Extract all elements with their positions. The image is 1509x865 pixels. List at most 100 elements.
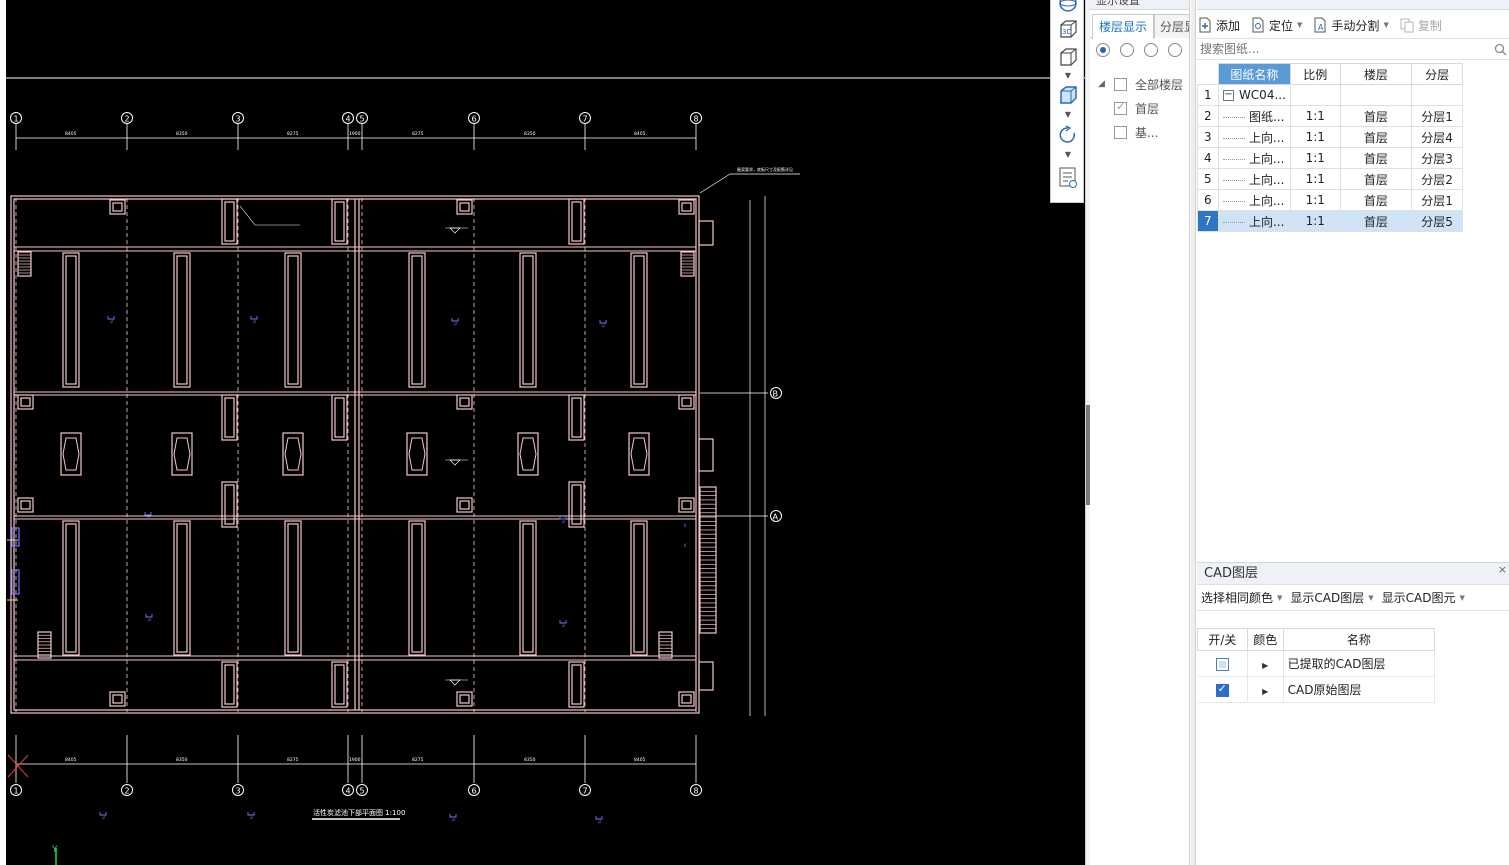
drawing-name-cell[interactable]: 上向... — [1217, 147, 1291, 169]
layer-cell[interactable]: 分层1 — [1411, 189, 1463, 211]
radio-option-2[interactable] — [1120, 43, 1134, 57]
dimension-label: 8275 — [287, 757, 299, 763]
table-row[interactable]: ▶ 已提取的CAD图层 — [1197, 650, 1436, 677]
floor-cell[interactable]: 首层 — [1339, 189, 1413, 211]
drawing-name-cell[interactable]: 上向... — [1217, 168, 1291, 190]
box-view-icon[interactable] — [1057, 46, 1079, 68]
dropdown-caret-icon[interactable]: ▼ — [1383, 21, 1388, 29]
collapse-icon[interactable]: − — [1222, 90, 1234, 101]
scale-cell[interactable]: 1:1 — [1289, 210, 1341, 232]
drawing-name-cell[interactable]: 图纸... — [1217, 105, 1291, 127]
first-floor-checkbox[interactable] — [1114, 100, 1127, 115]
layer-cell[interactable]: 分层2 — [1411, 168, 1463, 190]
expand-arrow-icon[interactable]: ▶ — [1262, 661, 1268, 670]
cad-canvas[interactable]: 1 1 2 2 3 3 4 4 5 5 6 6 7 7 8 8 8405 8350 8275 1900 8275 8350… — [0, 0, 1085, 865]
chevron-down-icon[interactable]: ▼ — [1063, 72, 1073, 80]
column-header-layer[interactable]: 分层 — [1411, 63, 1463, 85]
scale-cell[interactable] — [1289, 84, 1341, 106]
trough-inner — [176, 523, 188, 653]
scale-cell[interactable]: 1:1 — [1289, 126, 1341, 148]
column-header-layer-name[interactable]: 名称 — [1282, 628, 1436, 651]
tree-item-all-floors[interactable]: ◢ 全部楼层 — [1098, 72, 1190, 96]
layer-cell[interactable] — [1411, 84, 1463, 106]
floor-cell[interactable]: 首层 — [1339, 105, 1413, 127]
all-floors-checkbox[interactable] — [1114, 77, 1127, 91]
floor-cell[interactable] — [1339, 84, 1413, 106]
scale-cell[interactable]: 1:1 — [1289, 147, 1341, 169]
table-row[interactable]: 2 图纸... 1:1 首层 分层1 — [1197, 105, 1463, 127]
dropdown-caret-icon[interactable]: ▼ — [1459, 594, 1464, 602]
search-icon[interactable] — [1494, 43, 1507, 56]
table-row[interactable]: 7 上向... 1:1 首层 分层5 — [1197, 210, 1463, 232]
tab-floor-display[interactable]: 楼层显示 — [1092, 14, 1154, 39]
rotate-icon[interactable] — [1057, 124, 1079, 146]
sphere-view-icon[interactable] — [1057, 0, 1079, 14]
column-header-name[interactable]: 图纸名称 — [1217, 63, 1291, 85]
close-icon[interactable]: × — [1498, 559, 1507, 581]
dropdown-caret-icon[interactable]: ▼ — [1368, 594, 1373, 602]
floor-cell[interactable]: 首层 — [1339, 147, 1413, 169]
axis-label: 2 — [125, 787, 130, 796]
copy-button[interactable]: 复制 — [1399, 17, 1442, 34]
layer-cell[interactable]: 分层4 — [1411, 126, 1463, 148]
hopper-inner — [519, 437, 537, 471]
floor-tabs: 楼层显示 分层显示 — [1090, 12, 1190, 39]
table-row[interactable]: 4 上向... 1:1 首层 分层3 — [1197, 147, 1463, 169]
scale-cell[interactable]: 1:1 — [1289, 168, 1341, 190]
drawing-name-cell[interactable]: 上向... — [1217, 189, 1291, 211]
layer-cell[interactable]: 分层3 — [1411, 147, 1463, 169]
expand-arrow-icon[interactable]: ▶ — [1262, 687, 1268, 696]
drawing-name-cell[interactable]: 上向... — [1217, 210, 1291, 232]
radio-option-1[interactable] — [1096, 43, 1110, 57]
dropdown-caret-icon[interactable]: ▼ — [1277, 594, 1282, 602]
table-row[interactable]: 1− WC04... — [1197, 84, 1463, 106]
drawing-name-cell[interactable]: − WC04... — [1217, 84, 1291, 106]
chevron-down-icon[interactable]: ▼ — [1063, 151, 1073, 159]
cad-drawing[interactable]: 11223344556677888405 8350 8275 1900 8275 8350… — [0, 0, 1085, 865]
manual-split-button[interactable]: A 手动分割 ▼ — [1312, 17, 1389, 34]
dimension-label: 8350 — [524, 131, 536, 137]
drawing-name: 图纸... — [1248, 109, 1285, 124]
layer-cell[interactable]: 分层5 — [1411, 210, 1463, 232]
slot — [331, 394, 348, 441]
column-header-scale[interactable]: 比例 — [1289, 63, 1341, 85]
tree-item-first-floor[interactable]: 首层 — [1098, 96, 1190, 120]
radio-option-3[interactable] — [1144, 43, 1158, 57]
floor-cell[interactable]: 首层 — [1339, 210, 1413, 232]
layer-cell[interactable]: 分层1 — [1411, 105, 1463, 127]
trough-inner — [176, 255, 188, 385]
tab-layer-display[interactable]: 分层显示 — [1154, 14, 1190, 38]
add-drawing-button[interactable]: 添加 — [1197, 17, 1240, 34]
show-cad-layers-button[interactable]: 显示CAD图层 ▼ — [1290, 589, 1373, 606]
layer-properties-icon[interactable] — [1057, 167, 1079, 189]
tree-item-foundation[interactable]: 基... — [1098, 120, 1190, 144]
column-header-toggle[interactable]: 开/关 — [1197, 628, 1248, 651]
floor-cell[interactable]: 首层 — [1339, 126, 1413, 148]
table-row[interactable]: ▶ CAD原始图层 — [1197, 676, 1436, 703]
drawing-name-cell[interactable]: 上向... — [1217, 126, 1291, 148]
layer-toggle-checkbox[interactable] — [1215, 682, 1229, 697]
foundation-checkbox[interactable] — [1114, 125, 1127, 139]
chevron-down-icon[interactable]: ▼ — [1063, 111, 1073, 119]
row-number: 2 — [1197, 105, 1219, 127]
box-view-blue-icon[interactable] — [1057, 84, 1079, 106]
layer-toggle-checkbox[interactable] — [1215, 657, 1229, 671]
column-header-color[interactable]: 颜色 — [1246, 628, 1284, 651]
scale-cell[interactable]: 1:1 — [1289, 189, 1341, 211]
opening — [456, 497, 473, 513]
collapse-arrow-icon[interactable]: ◢ — [1098, 79, 1108, 89]
radio-option-4[interactable] — [1168, 43, 1182, 57]
3d-view-icon[interactable]: 3D — [1057, 18, 1079, 40]
dropdown-caret-icon[interactable]: ▼ — [1297, 21, 1302, 29]
table-row[interactable]: 5 上向... 1:1 首层 分层2 — [1197, 168, 1463, 190]
locate-button[interactable]: 定位 ▼ — [1250, 17, 1302, 34]
floor-cell[interactable]: 首层 — [1339, 168, 1413, 190]
panel-splitter[interactable] — [1191, 0, 1196, 865]
select-same-color-button[interactable]: 选择相同颜色 ▼ — [1201, 589, 1282, 606]
show-cad-elements-button[interactable]: 显示CAD图元 ▼ — [1382, 589, 1465, 606]
table-row[interactable]: 3 上向... 1:1 首层 分层4 — [1197, 126, 1463, 148]
scale-cell[interactable]: 1:1 — [1289, 105, 1341, 127]
search-input[interactable] — [1200, 42, 1490, 56]
column-header-floor[interactable]: 楼层 — [1339, 63, 1413, 85]
table-row[interactable]: 6 上向... 1:1 首层 分层1 — [1197, 189, 1463, 211]
